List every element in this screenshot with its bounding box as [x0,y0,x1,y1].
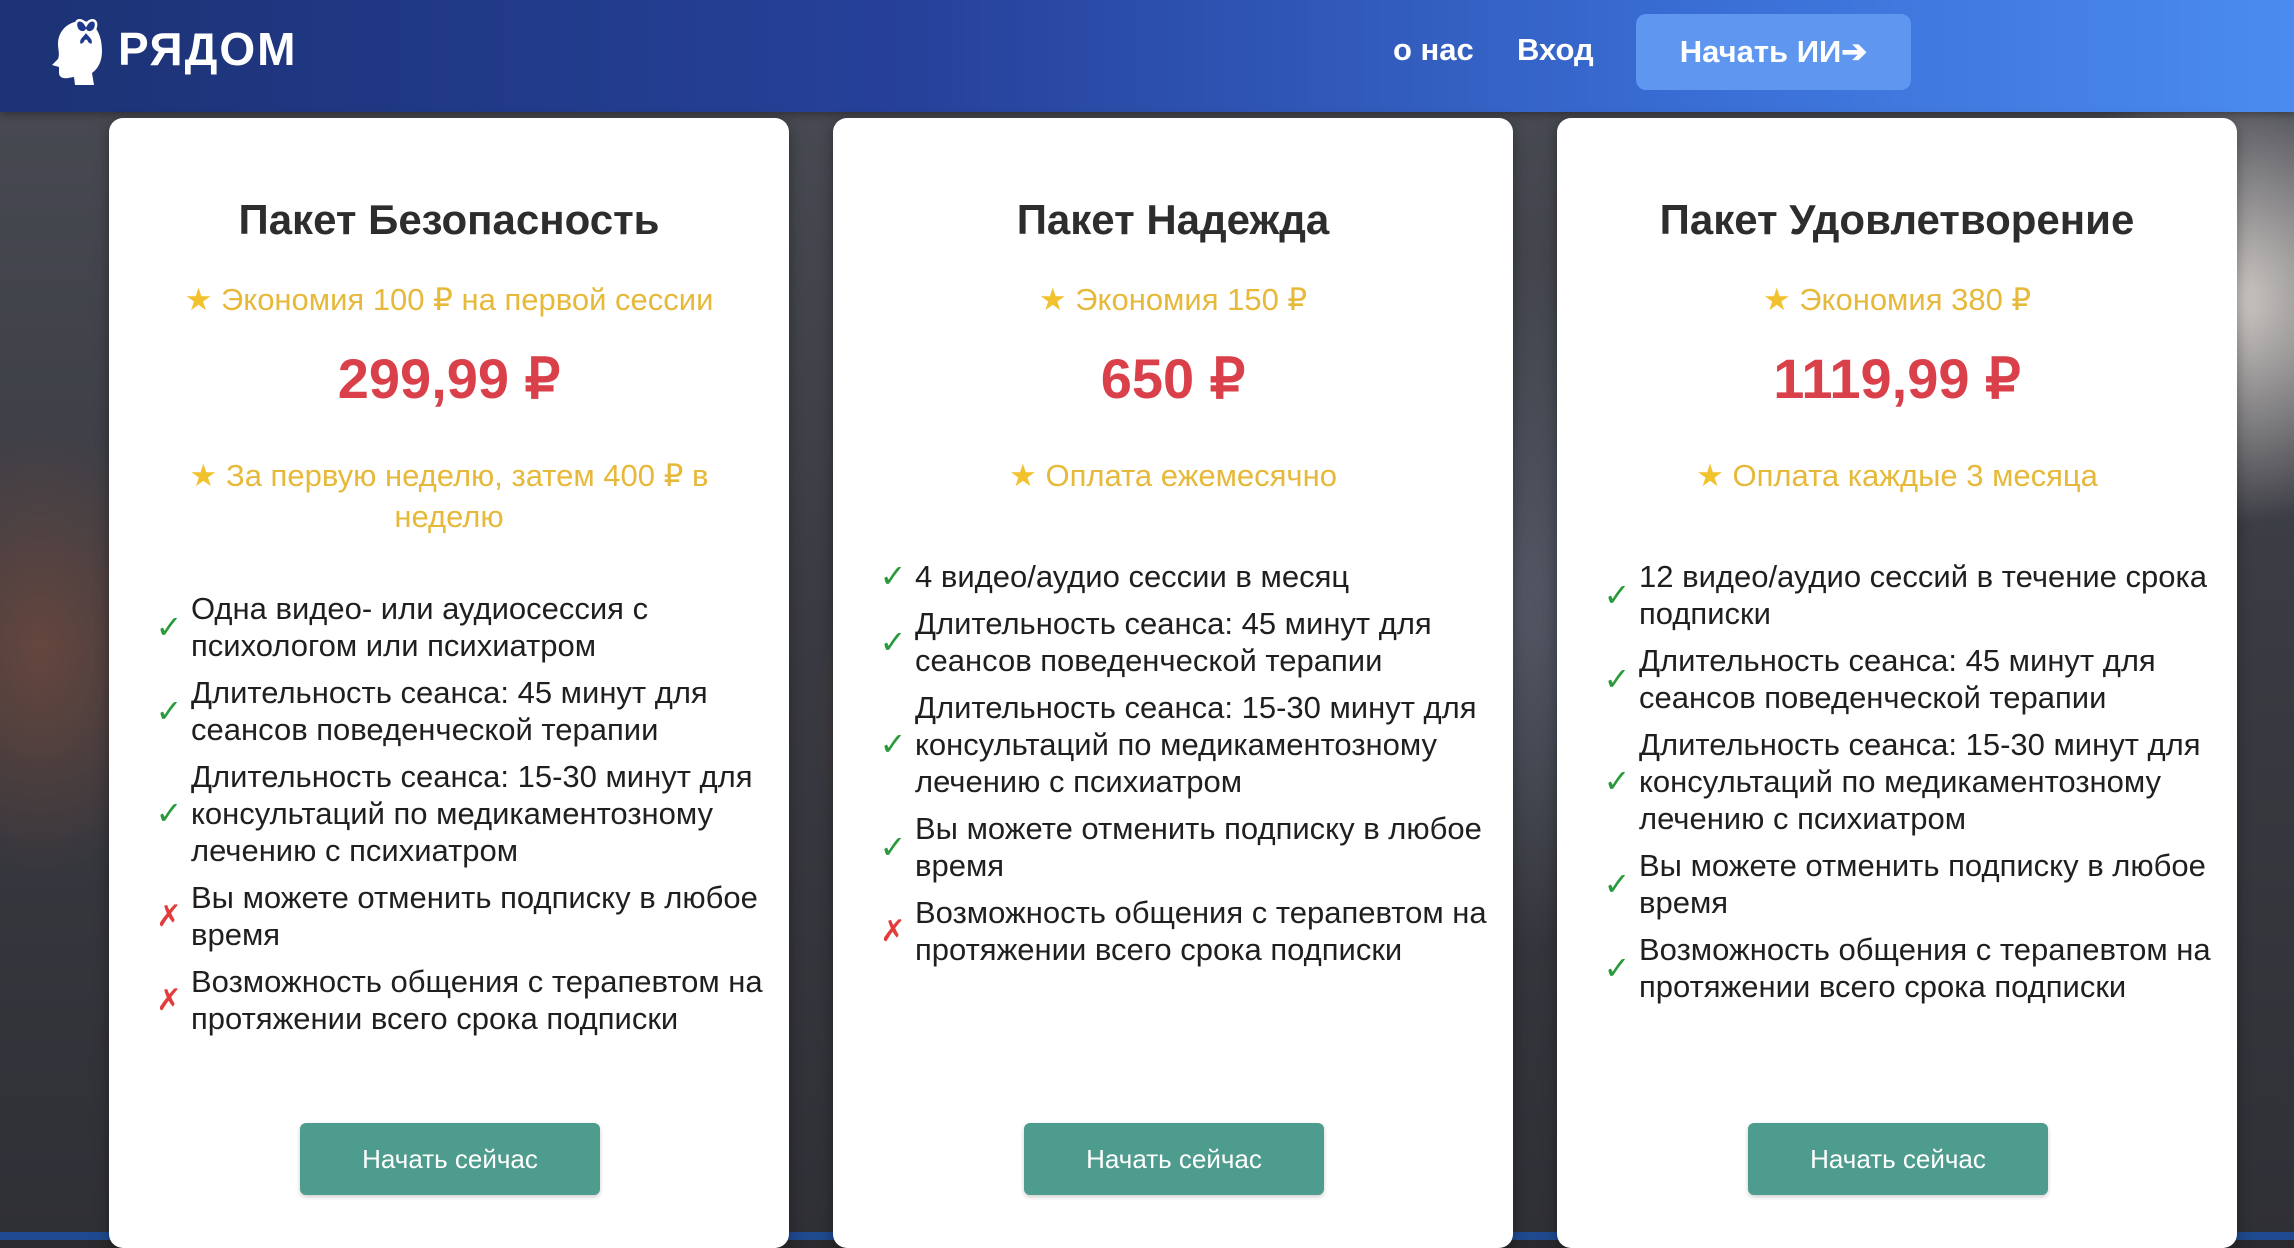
feature-list: ✓ 4 видео/аудио сессии в месяц ✓ Длитель… [871,558,1491,978]
feature-text: Длительность сеанса: 15-30 минут для кон… [915,690,1477,799]
head-butterfly-icon [52,19,102,85]
feature-item: ✓ Вы можете отменить подписку в любое вр… [1595,847,2215,921]
feature-text: Вы можете отменить подписку в любое врем… [915,811,1482,883]
check-icon: ✓ [155,692,183,729]
start-now-button[interactable]: Начать сейчас [300,1123,600,1195]
feature-list: ✓ 12 видео/аудио сессий в течение срока … [1595,558,2215,1015]
feature-list: ✓ Одна видео- или аудиосессия с психолог… [147,590,767,1047]
feature-text: 12 видео/аудио сессий в течение срока по… [1639,559,2207,631]
saving-label: Экономия 100 ₽ на первой сессии [221,282,714,317]
check-icon: ✓ [1603,949,1631,986]
feature-text: Длительность сеанса: 45 минут для сеансо… [1639,643,2156,715]
card-title: Пакет Надежда [1016,196,1330,243]
saving-text: ★ Экономия 380 ₽ [1597,282,2197,318]
billing-note: ★ Оплата ежемесячно [873,455,1473,496]
feature-text: Длительность сеанса: 45 минут для сеансо… [191,675,708,747]
feature-item: ✓ Одна видео- или аудиосессия с психолог… [147,590,767,664]
pricing-card-hope: Пакет Надежда ★ Экономия 150 ₽ 650 ₽ ★ О… [833,118,1513,1248]
logo[interactable]: РЯДОМ [42,14,298,85]
star-icon: ★ [1038,282,1067,317]
pricing-card-security: Пакет Безопасность ★ Экономия 100 ₽ на п… [109,118,789,1248]
feature-text: 4 видео/аудио сессии в месяц [915,559,1350,594]
feature-text: Возможность общения с терапевтом на прот… [191,964,763,1036]
cross-icon: ✗ [156,983,182,1017]
saving-text: ★ Экономия 100 ₽ на первой сессии [149,282,749,318]
feature-text: Длительность сеанса: 15-30 минут для кон… [191,759,753,868]
feature-text: Длительность сеанса: 15-30 минут для кон… [1639,727,2201,836]
feature-item: ✓ Длительность сеанса: 15-30 минут для к… [1595,726,2215,837]
feature-item: ✓ Возможность общения с терапевтом на пр… [1595,931,2215,1005]
price: 1119,99 ₽ [1773,347,2021,410]
check-icon: ✓ [1603,763,1631,799]
feature-text: Возможность общения с терапевтом на прот… [1639,932,2211,1004]
check-icon: ✓ [1603,865,1631,902]
star-icon: ★ [1762,282,1791,317]
cross-icon: ✗ [156,899,182,933]
cross-icon: ✗ [880,914,906,948]
feature-text: Вы можете отменить подписку в любое врем… [1639,848,2206,920]
feature-text: Возможность общения с терапевтом на прот… [915,895,1487,967]
saving-label: Экономия 150 ₽ [1075,282,1308,317]
check-icon: ✓ [879,623,907,660]
billing-note-label: Оплата каждые 3 месяца [1732,458,2098,493]
star-icon: ★ [1696,458,1724,493]
start-ai-button[interactable]: Начать ИИ➔ [1636,14,1911,90]
feature-item: ✓ Длительность сеанса: 45 минут для сеан… [147,674,767,748]
check-icon: ✓ [879,726,907,762]
check-icon: ✓ [1603,576,1631,613]
billing-note: ★ Оплата каждые 3 месяца [1597,455,2197,496]
top-navbar: РЯДОМ о нас Вход Начать ИИ➔ [0,0,2294,112]
card-title: Пакет Удовлетворение [1659,196,2135,243]
feature-text: Длительность сеанса: 45 минут для сеансо… [915,606,1432,678]
feature-text: Одна видео- или аудиосессия с психологом… [191,591,649,663]
start-now-button[interactable]: Начать сейчас [1024,1123,1324,1195]
billing-note-label: Оплата ежемесячно [1045,458,1337,493]
price: 650 ₽ [1100,347,1246,410]
feature-item: ✓ Длительность сеанса: 15-30 минут для к… [871,689,1491,800]
feature-item: ✓ Длительность сеанса: 15-30 минут для к… [147,758,767,869]
feature-item: ✓ Длительность сеанса: 45 минут для сеан… [871,605,1491,679]
star-icon: ★ [1009,458,1037,493]
check-icon: ✓ [155,608,183,645]
pricing-card-satisfaction: Пакет Удовлетворение ★ Экономия 380 ₽ 11… [1557,118,2237,1248]
feature-text: Вы можете отменить подписку в любое врем… [191,880,758,952]
check-icon: ✓ [879,558,907,594]
card-title: Пакет Безопасность [238,196,660,243]
billing-note: ★ За первую неделю, затем 400 ₽ в неделю [149,455,749,537]
nav-about-link[interactable]: о нас [1393,32,1474,68]
feature-item: ✗ Возможность общения с терапевтом на пр… [871,894,1491,968]
billing-note-label: За первую неделю, затем 400 ₽ в неделю [225,458,709,534]
feature-item: ✓ 4 видео/аудио сессии в месяц [871,558,1491,595]
saving-label: Экономия 380 ₽ [1799,282,2032,317]
nav-login-link[interactable]: Вход [1517,32,1594,68]
feature-item: ✗ Вы можете отменить подписку в любое вр… [147,879,767,953]
feature-item: ✓ Вы можете отменить подписку в любое вр… [871,810,1491,884]
star-icon: ★ [189,458,218,493]
feature-item: ✓ 12 видео/аудио сессий в течение срока … [1595,558,2215,632]
check-icon: ✓ [155,795,183,831]
start-now-button[interactable]: Начать сейчас [1748,1123,2048,1195]
feature-item: ✓ Длительность сеанса: 45 минут для сеан… [1595,642,2215,716]
feature-item: ✗ Возможность общения с терапевтом на пр… [147,963,767,1037]
saving-text: ★ Экономия 150 ₽ [873,282,1473,318]
star-icon: ★ [184,282,213,317]
logo-text: РЯДОМ [118,23,298,75]
check-icon: ✓ [1603,660,1631,697]
price: 299,99 ₽ [337,347,561,410]
check-icon: ✓ [879,828,907,865]
